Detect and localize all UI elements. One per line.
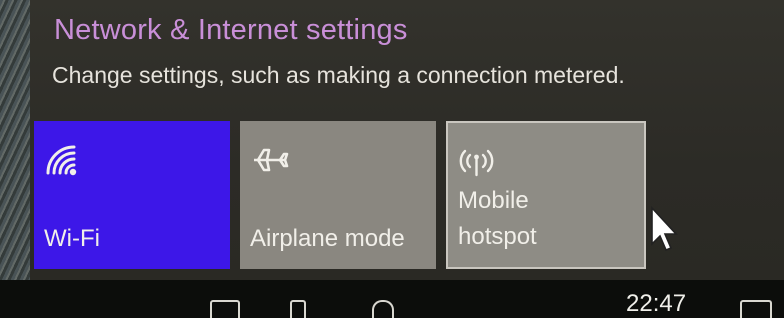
- hotspot-icon: [458, 145, 498, 179]
- airplane-icon: [250, 143, 290, 177]
- wifi-icon: [44, 143, 84, 177]
- airplane-mode-label: Airplane mode: [250, 225, 405, 252]
- action-center-icon[interactable]: [740, 300, 772, 318]
- mouse-cursor: [651, 206, 678, 252]
- quick-action-mobile-hotspot[interactable]: Mobile hotspot: [446, 121, 646, 269]
- taskbar-network-icon[interactable]: [290, 300, 306, 318]
- background-photo: [0, 0, 30, 280]
- mobile-hotspot-label: Mobile hotspot: [458, 187, 537, 250]
- screen: Network & Internet settings Change setti…: [0, 0, 784, 318]
- quick-action-wifi[interactable]: Wi-Fi: [34, 121, 230, 269]
- taskbar-volume-icon[interactable]: [372, 300, 394, 318]
- taskbar-clock[interactable]: 22:47: [626, 290, 686, 318]
- quick-action-airplane-mode[interactable]: Airplane mode: [240, 121, 436, 269]
- network-flyout: Network & Internet settings Change setti…: [30, 0, 784, 280]
- taskbar-window-icon[interactable]: [210, 300, 240, 318]
- network-settings-link[interactable]: Network & Internet settings: [54, 14, 408, 47]
- wifi-label: Wi-Fi: [44, 225, 100, 252]
- network-settings-description: Change settings, such as making a connec…: [52, 62, 625, 88]
